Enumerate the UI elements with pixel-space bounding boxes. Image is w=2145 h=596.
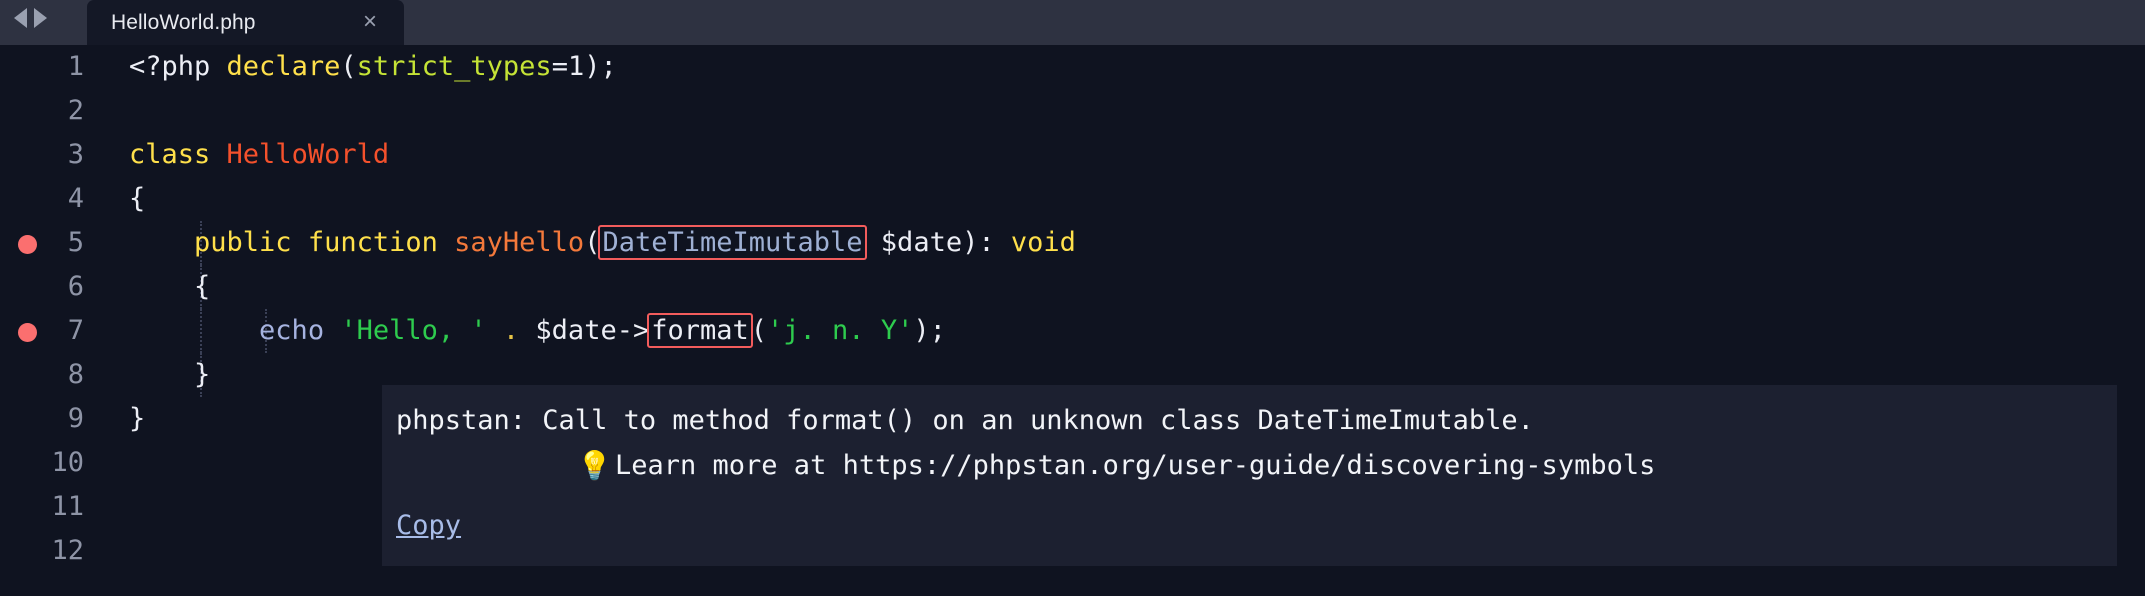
- punct: {: [129, 183, 146, 214]
- line-number: 11: [51, 491, 84, 522]
- inspection-tooltip: phpstan: Call to method format() on an u…: [382, 385, 2117, 566]
- keyword-echo: echo: [259, 315, 341, 346]
- code-line-4: 4 {: [0, 177, 2145, 221]
- keyword-public: public: [194, 227, 308, 258]
- gutter-12[interactable]: 12: [0, 529, 100, 573]
- tooltip-learn-more: Learn more at https://phpstan.org/user-g…: [615, 450, 1656, 481]
- value: =1: [551, 51, 585, 82]
- code-text: {: [129, 270, 210, 304]
- punct: }: [129, 403, 146, 434]
- code-text: echo 'Hello, ' . $date->format('j. n. Y'…: [129, 313, 946, 348]
- keyword-declare: declare: [226, 51, 341, 82]
- return-type: void: [1010, 227, 1076, 258]
- triangle-right-icon[interactable]: [34, 8, 47, 28]
- tooltip-message: phpstan: Call to method format() on an u…: [396, 405, 1534, 436]
- concat-operator: .: [486, 315, 536, 346]
- gutter-8[interactable]: 8: [0, 353, 100, 397]
- string-literal: 'j. n. Y': [767, 315, 914, 346]
- line-number: 6: [67, 271, 84, 302]
- line-number: 4: [67, 183, 84, 214]
- punct: (: [750, 315, 768, 346]
- tab-bar: HelloWorld.php ×: [0, 0, 2145, 45]
- punct: (: [340, 51, 357, 82]
- line-number: 7: [67, 315, 84, 346]
- error-highlight-method-format[interactable]: format: [647, 313, 753, 348]
- line-number: 12: [51, 535, 84, 566]
- constant-strict-types: strict_types: [356, 51, 552, 82]
- code-line-6: 6 {: [0, 265, 2145, 309]
- line-number: 5: [67, 227, 84, 258]
- punct: {: [194, 271, 211, 302]
- gutter-3[interactable]: 3: [0, 133, 100, 177]
- gutter-1[interactable]: 1: [0, 45, 100, 89]
- class-name: HelloWorld: [226, 139, 390, 170]
- code-text: public function sayHello(DateTimeImutabl…: [129, 225, 1076, 260]
- gutter-5[interactable]: 5: [0, 221, 100, 265]
- code-line-1: 1 <?php declare(strict_types=1);: [0, 45, 2145, 89]
- gutter-7[interactable]: 7: [0, 309, 100, 353]
- tab-helloworld-php[interactable]: HelloWorld.php ×: [87, 0, 404, 45]
- parameter-variable: $date: [864, 227, 963, 258]
- gutter-9[interactable]: 9: [0, 397, 100, 441]
- string-literal: 'Hello, ': [340, 315, 487, 346]
- gutter-10[interactable]: 10: [0, 441, 100, 485]
- line-number: 8: [67, 359, 84, 390]
- gutter-6[interactable]: 6: [0, 265, 100, 309]
- line-number: 2: [67, 95, 84, 126]
- editor-window: HelloWorld.php × 1 <?php declare(strict_…: [0, 0, 2145, 596]
- code-text: <?php declare(strict_types=1);: [129, 50, 617, 84]
- line-number: 1: [67, 51, 84, 82]
- code-line-7: 7 echo 'Hello, ' . $date->format('j. n. …: [0, 309, 2145, 353]
- copy-link[interactable]: Copy: [396, 509, 461, 543]
- gutter-2[interactable]: 2: [0, 89, 100, 133]
- code-text: }: [129, 402, 145, 436]
- keyword-function: function: [307, 227, 455, 258]
- gutter-4[interactable]: 4: [0, 177, 100, 221]
- code-line-5: 5 public function sayHello(DateTimeImuta…: [0, 221, 2145, 265]
- punct: }: [194, 359, 211, 390]
- lightbulb-icon: 💡: [577, 449, 612, 482]
- line-number: 3: [67, 139, 84, 170]
- code-text: }: [129, 358, 210, 392]
- triangle-left-icon[interactable]: [14, 8, 27, 28]
- close-icon[interactable]: ×: [363, 9, 377, 35]
- line-number: 10: [51, 447, 84, 478]
- function-name: sayHello: [454, 227, 585, 258]
- gutter-11[interactable]: 11: [0, 485, 100, 529]
- variable-date: $date->: [535, 315, 650, 346]
- punct: );: [913, 315, 946, 346]
- code-line-3: 3 class HelloWorld: [0, 133, 2145, 177]
- php-open-tag: <?php: [129, 51, 227, 82]
- tab-label: HelloWorld.php: [111, 11, 256, 34]
- keyword-class: class: [129, 139, 227, 170]
- line-number: 9: [67, 403, 84, 434]
- punct: ):: [962, 227, 1011, 258]
- code-line-2: 2: [0, 89, 2145, 133]
- error-highlight-type-hint[interactable]: DateTimeImutable: [598, 225, 867, 260]
- code-text: {: [129, 182, 145, 216]
- punct: );: [584, 51, 617, 82]
- tab-nav-arrows: [14, 8, 47, 28]
- code-text: class HelloWorld: [129, 138, 389, 172]
